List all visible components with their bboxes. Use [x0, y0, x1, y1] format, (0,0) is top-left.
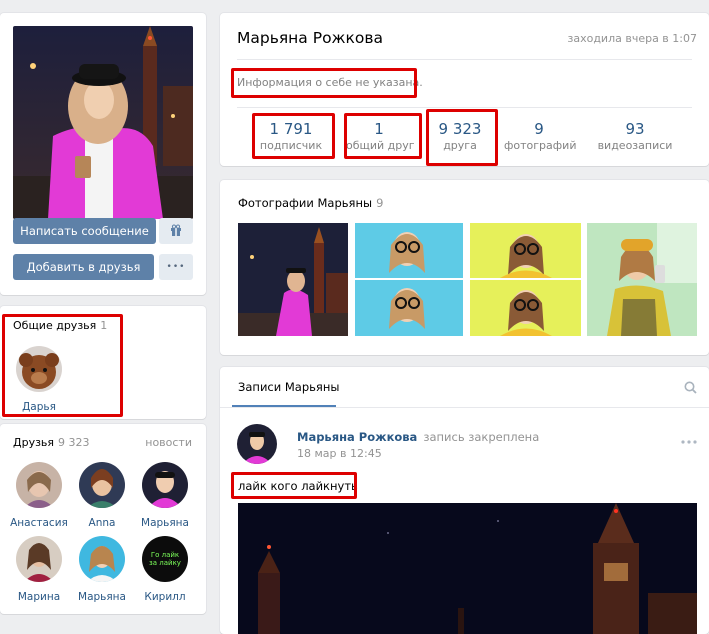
send-message-button[interactable]: Написать сообщение [13, 218, 156, 244]
post-text: лайк кого лайкнуть [238, 479, 358, 493]
wall-card: Записи Марьяны Марьяна Рожкова запись за… [220, 367, 709, 634]
photos-title[interactable]: Фотографии Марьяны 9 [238, 196, 383, 210]
common-friends-label: Общие друзья [13, 319, 97, 332]
common-friend-daria[interactable]: Дарья [5, 346, 73, 413]
avatar [16, 536, 62, 582]
photo-thumbnail[interactable] [355, 223, 463, 336]
counter-value: 93 [625, 120, 645, 138]
last-seen-status: заходила вчера в 1:07 [567, 32, 697, 45]
profile-photo[interactable] [13, 26, 193, 219]
counter-label: подписчик [259, 139, 323, 152]
friends-card: Друзья 9 323 новости Анастасия Anna Марья… [0, 424, 206, 614]
avatar [142, 462, 188, 508]
counter-photos[interactable]: 9 фотографий [504, 120, 577, 154]
friend-name: Anna [88, 517, 116, 529]
divider [237, 59, 692, 60]
post-author-name: Марьяна Рожкова [297, 430, 418, 444]
avatar-card: Написать сообщение Добавить в друзья ••• [0, 13, 206, 295]
friend-name: Дарья [22, 401, 56, 413]
counter-friends[interactable]: 9 323 друга [430, 120, 490, 154]
counter-videos[interactable]: 93 видеозаписи [595, 120, 675, 154]
profile-info-text: Информация о себе не указана. [237, 76, 423, 89]
friend-name: Марьяна [141, 517, 189, 529]
avatar [16, 346, 62, 392]
friend-name: Кирилл [144, 591, 186, 603]
counter-value: 1 791 [269, 120, 313, 138]
photos-label: Фотографии Марьяны [238, 196, 373, 210]
common-friends-title[interactable]: Общие друзья 1 [13, 319, 107, 332]
photo-thumbnail[interactable] [238, 223, 348, 336]
counter-label: фотографий [504, 139, 577, 152]
more-actions-button[interactable]: ••• [159, 254, 193, 280]
counter-followers[interactable]: 1 791 подписчик [258, 120, 324, 154]
friend-item[interactable]: Анастасия [5, 462, 73, 529]
post-author-avatar[interactable] [237, 424, 277, 464]
friends-label: Друзья [13, 436, 55, 449]
photos-card: Фотографии Марьяны 9 [220, 180, 709, 355]
post-author[interactable]: Марьяна Рожкова запись закреплена [297, 430, 539, 444]
send-gift-button[interactable] [159, 218, 193, 244]
common-friends-count: 1 [100, 319, 108, 332]
photo-thumbnail[interactable] [470, 223, 581, 336]
friend-item[interactable]: Марьяна [131, 462, 199, 529]
friend-name: Анастасия [10, 517, 68, 529]
profile-card: Марьяна Рожкова заходила вчера в 1:07 Ин… [220, 13, 709, 166]
counter-value: 9 323 [438, 120, 482, 138]
photos-count: 9 [376, 196, 384, 210]
counter-label: общий друг [346, 139, 415, 152]
search-icon[interactable] [684, 381, 697, 397]
friend-name: Марина [17, 591, 61, 603]
post-image[interactable] [238, 503, 697, 634]
page-title: Марьяна Рожкова [237, 29, 384, 47]
photo-thumbnail[interactable] [587, 223, 697, 336]
tab-wall-posts[interactable]: Записи Марьяны [238, 380, 339, 394]
friend-item[interactable]: Марина [5, 536, 73, 603]
more-dots-icon[interactable] [681, 433, 697, 447]
counter-label: друга [443, 139, 477, 152]
avatar-caption: Го лайк за лайку [149, 551, 181, 567]
friend-name: Марьяна [78, 591, 126, 603]
friends-news-link[interactable]: новости [145, 436, 192, 449]
post-date[interactable]: 18 мар в 12:45 [297, 447, 382, 460]
friend-item[interactable]: Го лайк за лайку Кирилл [131, 536, 199, 603]
friends-count: 9 323 [58, 436, 90, 449]
friends-title[interactable]: Друзья 9 323 [13, 436, 90, 449]
friend-item[interactable]: Anna [68, 462, 136, 529]
avatar [16, 462, 62, 508]
avatar [79, 536, 125, 582]
counter-label: видеозаписи [597, 139, 673, 152]
avatar: Го лайк за лайку [142, 536, 188, 582]
divider [220, 407, 709, 408]
add-friend-button[interactable]: Добавить в друзья [13, 254, 154, 280]
gift-icon [170, 223, 182, 239]
common-friends-card: Общие друзья 1 Дарья [0, 306, 206, 419]
divider [237, 107, 692, 108]
counter-value: 9 [534, 120, 544, 138]
counter-value: 1 [374, 120, 384, 138]
friend-item[interactable]: Марьяна [68, 536, 136, 603]
pinned-label: запись закреплена [423, 430, 540, 444]
avatar [79, 462, 125, 508]
counter-common-friends[interactable]: 1 общий друг [346, 120, 415, 154]
